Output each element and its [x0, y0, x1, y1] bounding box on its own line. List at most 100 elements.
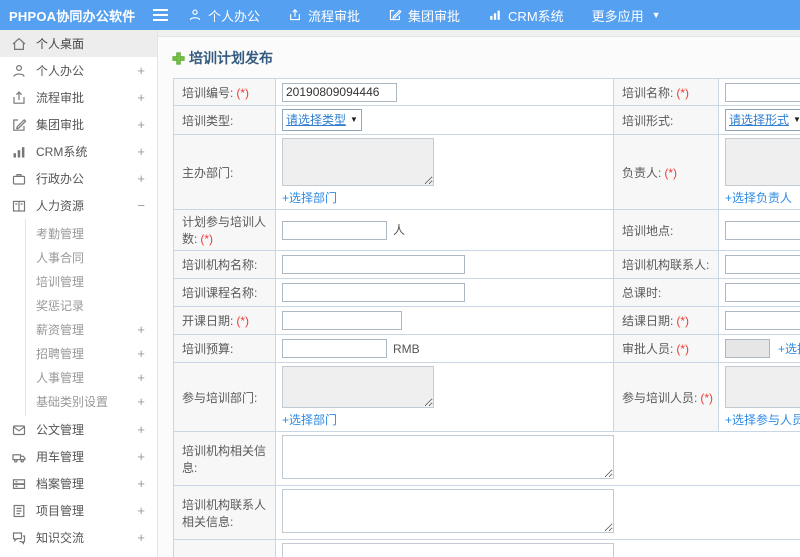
expand-icon[interactable]: +: [137, 449, 145, 464]
expand-icon[interactable]: +: [137, 63, 145, 78]
org-contact-input[interactable]: [725, 255, 800, 274]
approver-input[interactable]: [725, 339, 770, 358]
chevron-down-icon: ▼: [350, 115, 358, 124]
home-icon: [11, 36, 27, 52]
sidebar-subitem-recruiting[interactable]: 招聘管理 +: [26, 341, 157, 365]
training-type-select[interactable]: 请选择类型 ▼: [282, 109, 362, 131]
join-depts-textarea[interactable]: [282, 366, 434, 408]
required-marker: (*): [700, 390, 714, 405]
sidebar-item-flow-approval[interactable]: 流程审批 +: [0, 84, 157, 111]
sidebar-item-personal-office[interactable]: 个人办公 +: [0, 57, 157, 84]
sidebar-subitem-hr-contract[interactable]: 人事合同: [26, 245, 157, 269]
budget-input[interactable]: [282, 339, 387, 358]
currency-label: RMB: [393, 341, 420, 356]
sidebar-item-archives[interactable]: 档案管理 +: [0, 470, 157, 497]
book-icon: [11, 198, 27, 214]
planned-count-input[interactable]: [282, 220, 387, 240]
chat-icon: [11, 530, 27, 546]
field-label: 主办部门:: [182, 165, 234, 180]
chart-icon: [11, 144, 27, 160]
required-marker: (*): [676, 314, 690, 328]
main-content: 培训计划发布 培训编号:(*) 培训名称:(*) 培训类型: 请选择类型▼ 培训…: [158, 30, 800, 557]
sidebar-item-projects[interactable]: 项目管理 +: [0, 497, 157, 524]
hamburger-menu-icon[interactable]: [152, 8, 170, 22]
topnav-more-apps[interactable]: 更多应用 ▼: [592, 6, 661, 25]
sidebar-subitem-base-category[interactable]: 基础类别设置 +: [26, 389, 157, 413]
collapse-icon[interactable]: −: [137, 198, 145, 213]
total-hours-input[interactable]: [725, 283, 800, 302]
document-icon: [11, 422, 27, 438]
leader-textarea[interactable]: [725, 138, 800, 186]
expand-icon[interactable]: +: [137, 117, 145, 132]
expand-icon[interactable]: +: [137, 370, 145, 385]
expand-icon[interactable]: +: [137, 503, 145, 518]
topnav-personal-office[interactable]: 个人办公: [188, 6, 260, 25]
caret-down-icon: ▼: [651, 10, 661, 20]
select-leader-link[interactable]: +选择负责人: [725, 189, 800, 206]
select-participants-link[interactable]: +选择参与人员: [725, 411, 800, 428]
sidebar-subitem-salary[interactable]: 薪资管理 +: [26, 317, 157, 341]
select-dept-link[interactable]: +选择部门: [282, 411, 607, 428]
topnav-group-approval[interactable]: 集团审批: [388, 6, 460, 25]
join-people-textarea[interactable]: [725, 366, 800, 408]
required-marker: (*): [236, 314, 250, 328]
edit-icon: [11, 117, 27, 133]
unit-label: 人: [393, 223, 406, 237]
project-icon: [11, 503, 27, 519]
sidebar-item-desktop[interactable]: 个人桌面: [0, 30, 157, 57]
chart-icon: [488, 8, 502, 22]
start-date-input[interactable]: [282, 311, 402, 330]
expand-icon[interactable]: +: [137, 530, 145, 545]
sidebar-subitem-rewards[interactable]: 奖惩记录: [26, 293, 157, 317]
expand-icon[interactable]: +: [137, 346, 145, 361]
expand-icon[interactable]: +: [137, 90, 145, 105]
sidebar-item-group-approval[interactable]: 集团审批 +: [0, 111, 157, 138]
sidebar-item-admin-office[interactable]: 行政办公 +: [0, 165, 157, 192]
green-plus-icon: [172, 51, 185, 65]
field-label: 参与培训人员:: [622, 390, 698, 405]
sidebar-subitem-training[interactable]: 培训管理: [26, 269, 157, 293]
page-title: 培训计划发布: [172, 48, 800, 68]
training-name-input[interactable]: [725, 82, 800, 102]
field-label: 培训预算:: [182, 342, 234, 356]
expand-icon[interactable]: +: [137, 476, 145, 491]
training-plan-form: 培训编号:(*) 培训名称:(*) 培训类型: 请选择类型▼ 培训形式: 请选择…: [173, 78, 800, 557]
sidebar-item-vehicles[interactable]: 用车管理 +: [0, 443, 157, 470]
field-label: 培训地点:: [622, 223, 674, 238]
topnav-flow-approval[interactable]: 流程审批: [288, 6, 360, 25]
required-marker: (*): [664, 165, 678, 180]
field-label: 计划参与培训人数:: [182, 215, 267, 246]
field-label: 结课日期:: [622, 314, 674, 328]
topnav-crm[interactable]: CRM系统: [488, 6, 564, 25]
field-label: 审批人员:: [622, 342, 674, 356]
sidebar-subitem-attendance[interactable]: 考勤管理: [26, 221, 157, 245]
expand-icon[interactable]: +: [137, 394, 145, 409]
car-icon: [11, 449, 27, 465]
requirements-textarea[interactable]: [282, 543, 614, 557]
org-name-input[interactable]: [282, 255, 465, 274]
edit-icon: [388, 8, 402, 22]
expand-icon[interactable]: +: [137, 171, 145, 186]
org-info-textarea[interactable]: [282, 435, 614, 479]
org-contact-info-textarea[interactable]: [282, 489, 614, 533]
sidebar-subitem-personnel[interactable]: 人事管理 +: [26, 365, 157, 389]
sidebar-item-knowledge[interactable]: 知识交流 +: [0, 524, 157, 551]
expand-icon[interactable]: +: [137, 422, 145, 437]
select-dept-link[interactable]: +选择部门: [282, 189, 607, 206]
training-mode-select[interactable]: 请选择形式 ▼: [725, 109, 800, 131]
location-input[interactable]: [725, 220, 800, 240]
host-dept-textarea[interactable]: [282, 138, 434, 186]
training-no-input[interactable]: [282, 82, 397, 102]
sidebar-item-documents[interactable]: 公文管理 +: [0, 416, 157, 443]
end-date-input[interactable]: [725, 311, 800, 330]
sidebar-item-hr[interactable]: 人力资源 −: [0, 192, 157, 219]
field-label: 培训类型:: [182, 113, 234, 128]
expand-icon[interactable]: +: [137, 322, 145, 337]
field-label: 培训名称:: [622, 85, 674, 100]
sidebar-item-crm[interactable]: CRM系统 +: [0, 138, 157, 165]
required-marker: (*): [236, 85, 250, 100]
select-approver-link[interactable]: +选择审批人员: [778, 340, 800, 357]
expand-icon[interactable]: +: [137, 144, 145, 159]
course-name-input[interactable]: [282, 283, 465, 302]
field-label: 总课时:: [622, 286, 662, 300]
